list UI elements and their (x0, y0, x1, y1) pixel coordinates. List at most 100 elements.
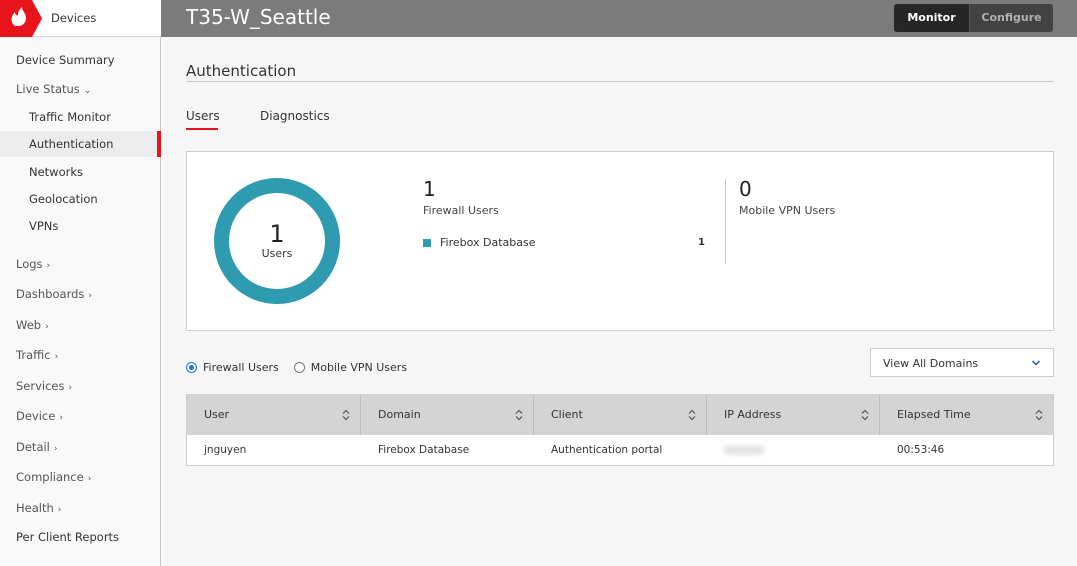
legend-label-firebox-database: Firebox Database (440, 236, 536, 249)
summary-divider (725, 179, 726, 264)
chevron-right-icon: › (54, 352, 59, 362)
sidebar-item-label: Traffic (16, 348, 51, 362)
sort-icon[interactable] (1035, 409, 1043, 421)
chevron-right-icon: › (87, 474, 92, 484)
firebox-flame-icon (0, 0, 42, 37)
column-header-client[interactable]: Client (534, 395, 707, 435)
sidebar-item-compliance[interactable]: Compliance › (0, 464, 161, 490)
radio-label: Firewall Users (203, 361, 279, 374)
chevron-right-icon: › (88, 291, 92, 301)
sidebar-item-networks[interactable]: Networks (0, 159, 161, 185)
sidebar-item-label: Logs (16, 257, 43, 271)
firewall-users-label: Firewall Users (423, 204, 499, 217)
table-header: User Domain Client IP Address Elapsed Ti… (187, 395, 1053, 435)
radio-mobile-vpn-users[interactable]: Mobile VPN Users (293, 361, 407, 374)
tab-diagnostics[interactable]: Diagnostics (260, 109, 330, 123)
cell-domain: Firebox Database (378, 444, 470, 456)
sidebar-item-web[interactable]: Web › (0, 312, 161, 338)
sidebar-item-vpns[interactable]: VPNs (0, 213, 161, 239)
chevron-right-icon: › (45, 322, 49, 332)
sidebar-item-traffic-monitor[interactable]: Traffic Monitor (0, 104, 161, 130)
sidebar-item-label: Detail (16, 440, 50, 454)
radio-checked-icon[interactable] (186, 362, 197, 373)
device-title: T35-W_Seattle (186, 5, 331, 29)
domain-select-value: View All Domains (883, 357, 979, 370)
sidebar-item-health[interactable]: Health › (0, 495, 161, 521)
sidebar-item-label: Web (16, 318, 42, 332)
cell-ip-address (707, 435, 880, 465)
column-header-ip-address[interactable]: IP Address (707, 395, 880, 435)
sidebar-item-label: Traffic Monitor (29, 110, 111, 124)
sort-icon[interactable] (688, 409, 696, 421)
page-title: Authentication (186, 62, 297, 80)
sidebar-item-device-summary[interactable]: Device Summary (0, 47, 161, 73)
monitor-button[interactable]: Monitor (894, 4, 970, 32)
legend-count-firebox-database: 1 (698, 237, 705, 248)
sidebar-item-label: Authentication (29, 137, 114, 151)
main-content: Authentication Users Diagnostics 1 Users… (161, 37, 1077, 566)
brand-section-label: Devices (51, 11, 97, 25)
column-header-elapsed-time[interactable]: Elapsed Time (880, 395, 1053, 435)
sidebar-item-label: Geolocation (29, 192, 98, 206)
chevron-right-icon: › (68, 383, 73, 393)
sidebar-item-live-status[interactable]: Live Status ⌄ (0, 76, 161, 102)
sidebar-item-dashboards[interactable]: Dashboards › (0, 281, 161, 307)
sidebar-item-label: Per Client Reports (16, 530, 120, 544)
configure-button[interactable]: Configure (970, 4, 1053, 32)
header-bar: T35-W_Seattle Monitor Configure (161, 0, 1077, 37)
radio-firewall-users[interactable]: Firewall Users (186, 361, 279, 374)
sidebar-item-device[interactable]: Device › (0, 403, 161, 429)
table-row[interactable]: jnguyen Firebox Database Authentication … (187, 435, 1053, 465)
title-divider (186, 81, 1054, 82)
sidebar-item-label: VPNs (29, 219, 59, 233)
radio-unchecked-icon[interactable] (293, 362, 305, 373)
sidebar: Devices Device Summary Live Status ⌄ Traf… (0, 0, 161, 566)
cell-client: Authentication portal (551, 444, 663, 456)
total-users-value: 1 (269, 220, 285, 248)
sidebar-item-detail[interactable]: Detail › (0, 434, 161, 460)
sidebar-item-label: Services (16, 379, 65, 393)
column-header-domain[interactable]: Domain (361, 395, 534, 435)
chevron-down-icon: ⌄ (83, 86, 92, 96)
sidebar-item-label: Health (16, 501, 54, 515)
sort-icon[interactable] (342, 409, 350, 421)
column-header-label: IP Address (724, 408, 782, 421)
brand-bar[interactable]: Devices (0, 0, 161, 37)
sidebar-item-label: Compliance (16, 470, 84, 484)
sidebar-item-label: Networks (29, 165, 84, 179)
sidebar-item-per-client-reports[interactable]: Per Client Reports (0, 524, 161, 550)
users-table: User Domain Client IP Address Elapsed Ti… (186, 394, 1054, 466)
sidebar-item-authentication[interactable]: Authentication (0, 131, 161, 157)
column-header-label: User (204, 408, 230, 421)
cell-elapsed-time: 00:53:46 (897, 444, 945, 456)
sidebar-item-label: Device Summary (16, 53, 115, 67)
chevron-right-icon: › (46, 261, 51, 271)
sidebar-item-geolocation[interactable]: Geolocation (0, 186, 161, 212)
mode-switch: Monitor Configure (894, 4, 1053, 32)
mobile-vpn-users-count: 0 (739, 177, 752, 201)
sidebar-item-traffic[interactable]: Traffic › (0, 342, 161, 368)
redacted-ip (724, 445, 764, 455)
users-summary-card: 1 Users 1 Firewall Users Firebox Databas… (186, 151, 1054, 331)
column-header-user[interactable]: User (187, 395, 361, 435)
sidebar-item-label: Dashboards (16, 287, 85, 301)
chevron-down-icon (1031, 360, 1041, 366)
sidebar-item-services[interactable]: Services › (0, 373, 161, 399)
total-users-label: Users (261, 247, 293, 260)
cell-user: jnguyen (204, 444, 247, 456)
column-header-label: Client (551, 408, 583, 421)
sort-icon[interactable] (861, 409, 869, 421)
chevron-right-icon: › (57, 505, 62, 515)
firewall-users-count: 1 (423, 177, 436, 201)
domain-select[interactable]: View All Domains (870, 348, 1054, 377)
sidebar-item-label: Live Status (16, 82, 80, 96)
column-header-label: Elapsed Time (897, 408, 971, 421)
mobile-vpn-users-label: Mobile VPN Users (739, 204, 836, 217)
user-type-radio-group: Firewall Users Mobile VPN Users (186, 361, 422, 374)
sidebar-item-logs[interactable]: Logs › (0, 251, 161, 277)
sort-icon[interactable] (515, 409, 523, 421)
chevron-right-icon: › (53, 444, 58, 454)
sidebar-item-label: Device (16, 409, 56, 423)
tab-users[interactable]: Users (186, 109, 220, 130)
chevron-right-icon: › (59, 413, 63, 423)
